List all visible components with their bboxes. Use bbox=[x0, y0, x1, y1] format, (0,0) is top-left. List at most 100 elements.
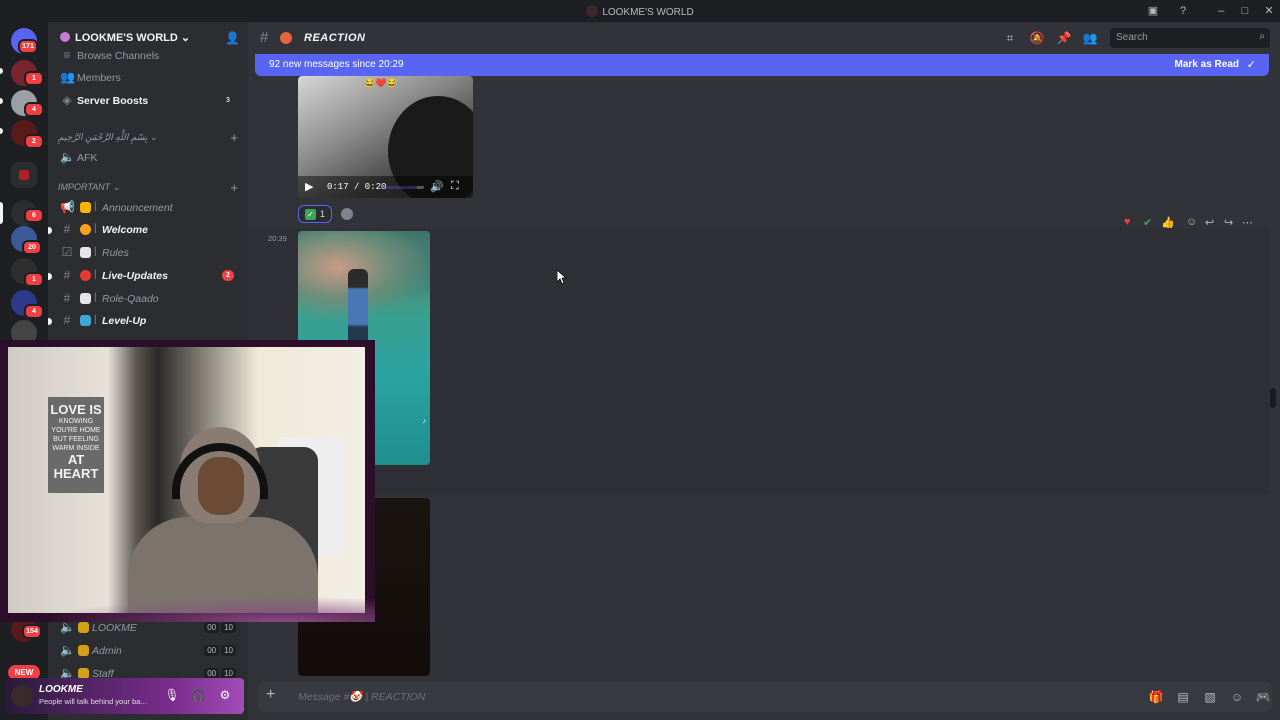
video-attachment[interactable]: 😂❤️😂 ▶ 0:17 / 0:20 🔊 ⛶ bbox=[298, 76, 473, 198]
browse-icon: ≡ bbox=[63, 48, 71, 62]
unread-pill bbox=[0, 98, 3, 104]
channel-rules[interactable]: ☑ | Rules bbox=[56, 243, 240, 263]
up-arrow-emoji-icon bbox=[80, 315, 91, 326]
channel-header: # REACTION ⌗ 🔕 📌 👥 Search ⌕ bbox=[248, 22, 1280, 54]
gift-icon[interactable]: 🎁 bbox=[1148, 689, 1164, 705]
unread-pill bbox=[48, 273, 52, 280]
play-icon[interactable]: ▶ bbox=[305, 180, 313, 193]
category-arabic[interactable]: بِسْمِ اللَّهِ الرَّحْمَنِ الرَّحِيمِ ⌄ bbox=[58, 132, 157, 143]
user-status: People will talk behind your ba... bbox=[39, 697, 147, 706]
channel-label: Rules bbox=[102, 247, 129, 259]
close-icon[interactable]: ✕ bbox=[1261, 3, 1277, 19]
add-reaction-icon[interactable]: ☺ bbox=[1186, 216, 1197, 228]
server-badge-1: 1 bbox=[24, 71, 44, 86]
threads-icon[interactable]: ⌗ bbox=[1002, 30, 1018, 46]
forward-icon[interactable]: ↪ bbox=[1224, 216, 1233, 229]
add-channel-icon[interactable]: + bbox=[230, 180, 238, 195]
message-input[interactable]: Message #🤡 | REACTION bbox=[298, 690, 425, 703]
lock-emoji-icon bbox=[78, 645, 89, 656]
microphone-icon[interactable]: 🎙 bbox=[164, 687, 180, 703]
channel-level-up[interactable]: # | Level-Up bbox=[48, 311, 240, 331]
volume-icon[interactable]: 🔊 bbox=[430, 180, 444, 193]
server-boosts-item[interactable]: ◈ Server Boosts 3 bbox=[56, 91, 240, 111]
chat-scrollbar[interactable] bbox=[1270, 388, 1276, 408]
category-important[interactable]: IMPORTANT ⌄ bbox=[58, 182, 120, 193]
settings-gear-icon[interactable]: ⚙ bbox=[217, 687, 233, 703]
channel-live-updates[interactable]: # | Live-Updates 2 bbox=[48, 266, 240, 286]
channel-label: Welcome bbox=[102, 224, 148, 236]
screen-share-icon[interactable]: ▣ bbox=[1145, 3, 1161, 19]
unread-pill bbox=[0, 68, 3, 74]
add-reaction-icon[interactable] bbox=[341, 208, 353, 220]
overlay-decoration bbox=[0, 592, 375, 622]
server-badge-2: 4 bbox=[24, 102, 44, 117]
webcam-video: LOVE IS KNOWING YOU'RE HOME BUT FEELING W… bbox=[8, 347, 365, 613]
video-progress-fill bbox=[380, 186, 418, 189]
help-icon[interactable]: ? bbox=[1175, 3, 1191, 19]
server-badge-5: 6 bbox=[24, 208, 44, 223]
channel-label: Level-Up bbox=[102, 315, 147, 327]
voice-channel-afk[interactable]: 🔈 AFK bbox=[56, 148, 240, 168]
more-options-icon[interactable]: ⋯ bbox=[1242, 216, 1253, 229]
channel-role-qaado[interactable]: # | Role-Qaado bbox=[56, 289, 240, 309]
fullscreen-icon[interactable]: ⛶ bbox=[451, 180, 459, 193]
separator: | bbox=[94, 269, 97, 280]
members-label: Members bbox=[77, 72, 121, 84]
reply-icon[interactable]: ↩ bbox=[1205, 216, 1214, 229]
check-emoji-icon: ✓ bbox=[305, 209, 316, 220]
maximize-icon[interactable]: □ bbox=[1237, 3, 1253, 19]
page-emoji-icon bbox=[80, 247, 91, 258]
upload-plus-icon[interactable]: + bbox=[266, 686, 275, 704]
members-item[interactable]: 👥 Members bbox=[56, 68, 240, 88]
message-timestamp: 20:39 bbox=[268, 234, 287, 243]
minimize-icon[interactable]: – bbox=[1213, 3, 1229, 19]
gif-icon[interactable]: ▤ bbox=[1175, 689, 1191, 705]
folder-icon bbox=[19, 170, 29, 180]
notification-bell-icon[interactable]: 🔕 bbox=[1029, 30, 1045, 46]
hash-icon: # bbox=[63, 222, 71, 236]
members-icon: 👥 bbox=[60, 70, 75, 84]
user-avatar[interactable] bbox=[11, 685, 33, 707]
thumbs-up-reaction-icon[interactable]: 👍 bbox=[1161, 216, 1175, 229]
video-progress-bar[interactable] bbox=[380, 186, 424, 189]
mark-as-read-button[interactable]: Mark as Read bbox=[1175, 59, 1239, 70]
title-bar: LOOKME'S WORLD ▣ ? – □ ✕ bbox=[0, 0, 1280, 22]
username[interactable]: LOOKME bbox=[39, 684, 83, 695]
server-badge-3: 2 bbox=[24, 134, 44, 149]
smile-emoji-icon bbox=[80, 224, 91, 235]
channel-announcement[interactable]: 📢 | Announcement bbox=[56, 198, 240, 218]
member-list-icon[interactable]: 👥 bbox=[1082, 30, 1098, 46]
voice-count: 00 bbox=[204, 622, 220, 633]
add-channel-icon[interactable]: + bbox=[230, 130, 238, 145]
rules-icon: ☑ bbox=[61, 245, 73, 259]
mark-read-icon: ✓ bbox=[1246, 59, 1256, 71]
reaction-check[interactable]: ✓ 1 bbox=[298, 205, 333, 223]
voice-channel-label: LOOKME bbox=[92, 622, 137, 634]
invite-icon[interactable]: 👤 bbox=[225, 31, 240, 45]
channel-emoji-icon bbox=[280, 32, 292, 44]
activities-icon[interactable]: 🎮 bbox=[1255, 689, 1271, 705]
voice-channel-admin[interactable]: 🔈 Admin 00 10 bbox=[56, 641, 240, 661]
search-input[interactable]: Search ⌕ bbox=[1110, 28, 1270, 48]
channel-welcome[interactable]: # | Welcome bbox=[48, 220, 240, 240]
webcam-overlay: LOVE IS KNOWING YOU'RE HOME BUT FEELING W… bbox=[0, 340, 375, 622]
server-badge-10: 154 bbox=[22, 624, 42, 639]
hash-icon: # bbox=[63, 268, 71, 282]
sticker-icon[interactable]: ▧ bbox=[1202, 689, 1218, 705]
server-boosts-count: 3 bbox=[226, 97, 230, 104]
check-reaction-icon[interactable]: ✔ bbox=[1143, 216, 1152, 229]
separator: | bbox=[94, 201, 97, 212]
new-messages-banner[interactable]: 92 new messages since 20:29 Mark as Read… bbox=[255, 54, 1269, 76]
reaction-count: 1 bbox=[320, 209, 326, 219]
pinned-messages-icon[interactable]: 📌 bbox=[1056, 30, 1072, 46]
emoji-icon[interactable]: ☺ bbox=[1229, 689, 1245, 705]
headphones-icon[interactable]: 🎧 bbox=[190, 687, 206, 703]
browse-channels-item[interactable]: ≡ Browse Channels bbox=[56, 46, 240, 66]
server-logo-icon bbox=[586, 5, 599, 17]
message-composer[interactable]: + Message #🤡 | REACTION 🎁 ▤ ▧ ☺ 🎮 bbox=[258, 682, 1272, 712]
heart-reaction-icon[interactable]: ♥ bbox=[1124, 216, 1131, 228]
bell-emoji-icon bbox=[80, 202, 91, 213]
video-time: 0:17 / 0:20 bbox=[327, 182, 387, 192]
chat-area: # REACTION ⌗ 🔕 📌 👥 Search ⌕ 92 new messa… bbox=[248, 22, 1280, 720]
server-name[interactable]: LOOKME'S WORLD ⌄ bbox=[60, 31, 190, 44]
